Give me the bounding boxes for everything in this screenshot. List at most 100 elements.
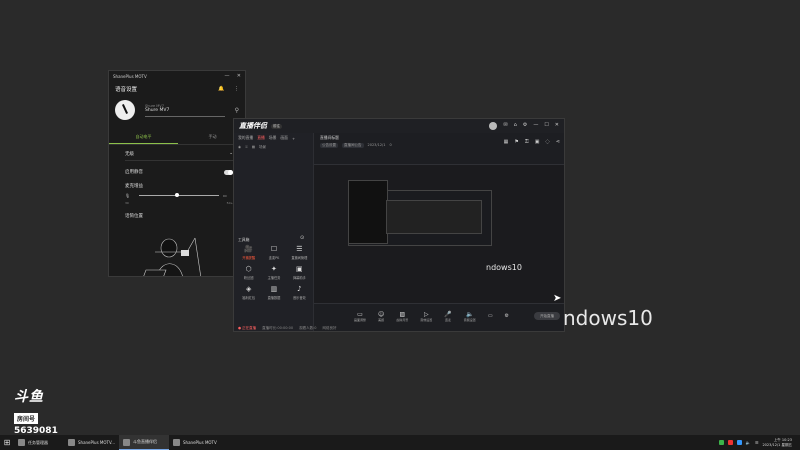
left-tab-screen[interactable]: 画面 — [280, 135, 288, 141]
mic-small-icon: 🎙 — [125, 193, 131, 198]
tray-app-icon[interactable] — [727, 440, 733, 445]
btn-beauty[interactable]: ☺ 美颜 — [378, 311, 384, 322]
shaneplus-window[interactable]: ShanePlus MOTV — ✕ 语音设置 🔔 ⋮ Shure MV7 Sh… — [108, 70, 246, 277]
windows-start-icon[interactable]: ⊞ — [0, 438, 14, 447]
lock-small-icon[interactable]: ⚿ — [245, 145, 248, 149]
tray-app-icon[interactable] — [718, 440, 724, 445]
main-area: 直播间标题 公告设置 直播间公告 2023/12/1 0 ▦ ⚑ ⚿ ▣ ◌ ⋖ — [314, 133, 564, 331]
mode-select[interactable]: 无级 ⌄ — [125, 151, 233, 161]
face-icon: ☺ — [378, 310, 385, 318]
notice-pill[interactable]: 公告设置 — [320, 143, 338, 148]
title-bar[interactable]: ShanePlus MOTV — ✕ — [109, 71, 245, 81]
maximize-icon[interactable]: ☐ — [544, 122, 548, 130]
btn-audio-settings[interactable]: 🔈 音频设置 — [464, 311, 476, 322]
stream-preview[interactable]: ndows10 — [314, 164, 564, 304]
tool-item[interactable]: ▣ 弹幕助手 — [287, 265, 312, 280]
tab-auto[interactable]: 自动电平 — [109, 129, 178, 144]
minimize-icon[interactable]: — — [225, 73, 230, 79]
tool-item[interactable]: ✦ 主播任务 — [261, 265, 286, 280]
mute-label: 启用静音 — [125, 170, 143, 175]
position-label: 话筒位置 — [125, 214, 143, 219]
nested-window-small — [348, 180, 388, 244]
app-icon — [68, 439, 75, 446]
settings-icon[interactable]: ⚙ — [523, 122, 527, 130]
btn-screen-adjust[interactable]: ▭ 画面调整 — [354, 311, 366, 322]
room-logo-brand: 斗鱼 — [14, 389, 44, 405]
taskbar-item-label: 任务管理器 — [28, 439, 48, 445]
mail-icon[interactable]: ✉ — [503, 122, 507, 130]
volume-icon[interactable]: 🔈 — [746, 440, 751, 445]
tool-label: 连麦PK — [268, 256, 280, 260]
tool-icon: ▥ — [270, 285, 278, 293]
room-logo: 斗鱼 房间号 5639081 — [14, 386, 58, 436]
camera-icon[interactable]: ▭ — [488, 313, 493, 319]
scene-dropdown[interactable]: 场景 — [259, 145, 266, 150]
mute-toggle[interactable] — [224, 169, 233, 175]
tool-label: 主播任务 — [267, 276, 281, 280]
taskbar-item[interactable]: 斗鱼直播伴侣 — [119, 435, 170, 450]
left-tab-live[interactable]: 直播 — [257, 135, 265, 141]
app-badge[interactable]: 前往 — [271, 123, 282, 129]
podcaster-illustration — [143, 237, 202, 276]
tool-icon: ♪ — [297, 285, 302, 293]
tool-label: 开播提醒 — [242, 256, 256, 260]
tool-icon: ✦ — [271, 265, 277, 273]
gain-label: 麦克增益 — [125, 184, 143, 189]
gain-slider-knob[interactable] — [175, 193, 179, 197]
save-icon[interactable]: ▣ — [535, 139, 540, 145]
go-live-button[interactable]: 开始直播 — [534, 312, 560, 320]
live-status: ● 正在直播 — [238, 325, 257, 330]
btn-label: 虚拟背景 — [396, 317, 409, 322]
app-icon — [18, 439, 25, 446]
btn-sound-effect[interactable]: ▷ 音效设置 — [420, 311, 432, 322]
tool-item[interactable]: ♪ 音乐音效 — [287, 285, 312, 300]
layout-icon[interactable]: ▦ — [252, 145, 255, 149]
close-icon[interactable]: ✕ — [555, 122, 559, 130]
lock-icon[interactable]: ⚿ — [525, 139, 529, 145]
device-name[interactable]: Shure MV7 — [145, 108, 235, 113]
chat-icon[interactable]: ◌ — [545, 139, 549, 145]
gift-icon[interactable]: ⚑ — [514, 139, 518, 145]
close-icon[interactable]: ✕ — [237, 73, 241, 79]
btn-virtual-bg[interactable]: ▨ 虚拟背景 — [396, 311, 408, 322]
tools-settings-icon[interactable]: ⊙ — [300, 235, 304, 241]
left-tab-mine[interactable]: 我的直播 — [238, 135, 253, 141]
share-icon[interactable]: ⋖ — [556, 139, 560, 145]
network-icon[interactable]: ☰ — [755, 440, 759, 445]
taskbar-item[interactable]: ShanePlus MOTV — [169, 435, 221, 450]
btn-link-mic[interactable]: 🎤 连麦 — [444, 311, 451, 322]
tool-icon: ◈ — [245, 285, 252, 293]
gain-slider[interactable] — [139, 193, 219, 197]
tool-item[interactable]: ☰ 直播间管理 — [287, 245, 312, 260]
tool-label: 直播间管理 — [291, 256, 308, 260]
taskbar-item-label: ShanePlus MOTV — [183, 440, 217, 445]
add-icon[interactable]: + — [292, 136, 295, 141]
announcement-pill[interactable]: 直播间公告 — [342, 143, 364, 148]
avatar[interactable] — [489, 122, 498, 130]
tool-item[interactable]: ⬡ 粉丝团 — [236, 265, 261, 280]
tool-label: 弹幕助手 — [292, 276, 306, 280]
lock-icon[interactable]: ⚲ — [235, 107, 239, 114]
minimize-icon[interactable]: — — [533, 122, 538, 130]
eye-icon[interactable]: ◉ — [238, 145, 241, 149]
gear-icon[interactable]: ⚙ — [505, 313, 509, 319]
monitor-icon: ▭ — [357, 310, 363, 318]
taskbar-item[interactable]: 任务管理器 — [14, 435, 64, 450]
shirt-icon[interactable]: ⌂ — [514, 122, 517, 130]
duration-status: 直播时长:00:00:00 — [262, 325, 294, 330]
tool-item[interactable]: 🎥 开播提醒 — [236, 245, 261, 260]
more-icon[interactable]: ⋮ — [234, 86, 239, 92]
tool-item[interactable]: ☐ 连麦PK — [261, 245, 286, 260]
app-logo: 直播伴侣 — [239, 122, 267, 130]
taskbar-item[interactable]: ShanePlus MOTV... — [64, 435, 119, 450]
tool-icon: ▣ — [296, 265, 303, 273]
bell-icon[interactable]: 🔔 — [218, 86, 224, 92]
tool-item[interactable]: ◈ 福利红包 — [236, 285, 261, 300]
room-logo-label: 房间号 — [14, 413, 39, 424]
grid-icon[interactable]: ▦ — [504, 139, 509, 145]
streaming-app-window[interactable]: 直播伴侣 前往 ✉ ⌂ ⚙ — ☐ ✕ 我的直播 直播 场景 画面 + ◉ ⚿ … — [233, 118, 565, 332]
tray-app-icon[interactable] — [736, 440, 742, 445]
left-tab-scene[interactable]: 场景 — [269, 135, 277, 141]
tool-item[interactable]: ▥ 直播数据 — [261, 285, 286, 300]
mouse-cursor-icon: ➤ — [553, 293, 562, 304]
